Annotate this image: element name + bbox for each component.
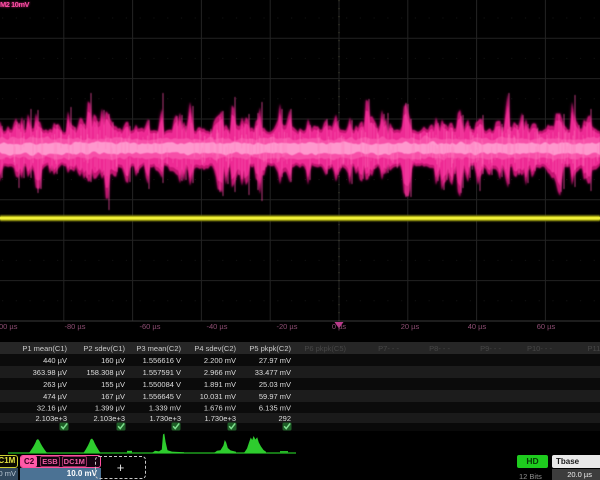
svg-text:P8- - -: P8- - - (429, 344, 450, 353)
svg-text:P2 sdev(C1): P2 sdev(C1) (83, 344, 125, 353)
svg-text:2.103e+3: 2.103e+3 (36, 414, 68, 423)
svg-text:1.730e+3: 1.730e+3 (150, 414, 182, 423)
svg-text:2.200 mV: 2.200 mV (204, 356, 236, 365)
svg-text:-40 µs: -40 µs (207, 322, 228, 331)
svg-text:P3 mean(C2): P3 mean(C2) (136, 344, 181, 353)
svg-text:P4 sdev(C2): P4 sdev(C2) (194, 344, 236, 353)
svg-text:1.557591 V: 1.557591 V (143, 368, 181, 377)
svg-text:P1 mean(C1): P1 mean(C1) (22, 344, 67, 353)
svg-text:20 µs: 20 µs (401, 322, 420, 331)
svg-text:P7- - -: P7- - - (378, 344, 399, 353)
svg-text:60 µs: 60 µs (537, 322, 556, 331)
svg-text:00 µs: 00 µs (0, 322, 18, 331)
svg-text:1.556616 V: 1.556616 V (143, 356, 181, 365)
svg-text:P11- - -: P11- - - (588, 344, 600, 353)
svg-text:P6 pkpk(C5): P6 pkpk(C5) (304, 344, 346, 353)
svg-text:263 µV: 263 µV (43, 380, 67, 389)
svg-text:59.97 mV: 59.97 mV (259, 392, 291, 401)
svg-text:P9- - -: P9- - - (480, 344, 501, 353)
svg-text:1.891 mV: 1.891 mV (204, 380, 236, 389)
svg-text:33.477 mV: 33.477 mV (255, 368, 291, 377)
svg-text:27.97 mV: 27.97 mV (259, 356, 291, 365)
svg-text:155 µV: 155 µV (101, 380, 125, 389)
svg-text:6.135 mV: 6.135 mV (259, 404, 291, 413)
svg-text:1.339 mV: 1.339 mV (149, 404, 181, 413)
svg-text:1.550084 V: 1.550084 V (143, 380, 181, 389)
svg-text:1.676 mV: 1.676 mV (204, 404, 236, 413)
svg-text:10.031 mV: 10.031 mV (200, 392, 236, 401)
svg-text:32.16 µV: 32.16 µV (37, 404, 67, 413)
svg-text:40 µs: 40 µs (468, 322, 487, 331)
svg-text:474 µV: 474 µV (43, 392, 67, 401)
svg-text:160 µV: 160 µV (101, 356, 125, 365)
svg-text:25.03 mV: 25.03 mV (259, 380, 291, 389)
svg-text:2.966 mV: 2.966 mV (204, 368, 236, 377)
svg-text:292: 292 (278, 414, 291, 423)
svg-text:363.98 µV: 363.98 µV (33, 368, 67, 377)
svg-text:1.730e+3: 1.730e+3 (205, 414, 237, 423)
svg-text:P5 pkpk(C2): P5 pkpk(C2) (249, 344, 291, 353)
svg-text:440 µV: 440 µV (43, 356, 67, 365)
svg-text:1.399 µV: 1.399 µV (95, 404, 125, 413)
svg-text:P10- - -: P10- - - (527, 344, 553, 353)
svg-text:167 µV: 167 µV (101, 392, 125, 401)
svg-text:1.556645 V: 1.556645 V (143, 392, 181, 401)
svg-text:-20 µs: -20 µs (277, 322, 298, 331)
svg-text:158.308 µV: 158.308 µV (86, 368, 125, 377)
svg-text:2.103e+3: 2.103e+3 (94, 414, 126, 423)
svg-text:0 µs: 0 µs (332, 322, 347, 331)
svg-text:-60 µs: -60 µs (140, 322, 161, 331)
svg-text:-80 µs: -80 µs (65, 322, 86, 331)
